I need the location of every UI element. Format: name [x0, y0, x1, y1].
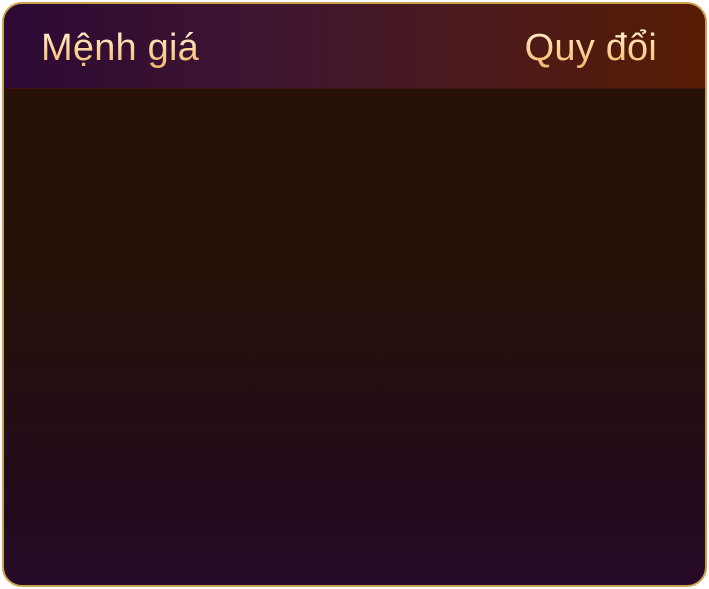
- column-header-denomination: Mệnh giá: [41, 27, 199, 69]
- denomination-table-panel: Mệnh giá Quy đổi: [2, 2, 707, 587]
- table-header: Mệnh giá Quy đổi: [4, 4, 705, 89]
- table-body: [4, 89, 705, 585]
- column-header-conversion: Quy đổi: [524, 27, 657, 69]
